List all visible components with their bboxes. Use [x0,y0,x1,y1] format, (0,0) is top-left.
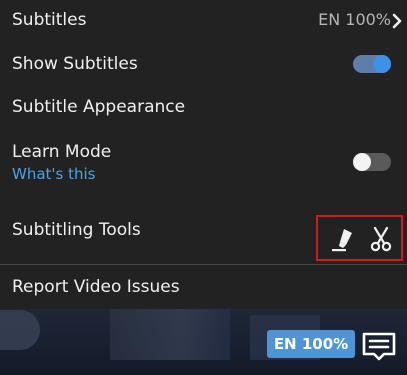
learn-mode-toggle[interactable] [353,153,391,171]
subtitles-language-value: EN 100% [318,10,391,29]
report-video-issues-label: Report Video Issues [12,277,180,297]
whats-this-link[interactable]: What's this [12,165,96,183]
subtitling-tools-row: Subtitling Tools [0,215,407,261]
video-player: Subtitles EN 100% Show Subtitles Subtitl… [0,0,407,375]
report-video-issues-row[interactable]: Report Video Issues [0,275,407,301]
subtitles-language-row[interactable]: Subtitles EN 100% [0,8,407,34]
video-content-shape [110,305,230,360]
video-content-shape [0,310,40,350]
subtitling-tools-highlight [316,215,403,261]
subtitles-settings-menu: Subtitles EN 100% Show Subtitles Subtitl… [0,0,407,309]
chevron-right-icon [392,13,402,29]
show-subtitles-toggle[interactable] [353,55,391,73]
subtitle-appearance-row[interactable]: Subtitle Appearance [0,95,407,121]
toggle-knob [373,55,391,73]
show-subtitles-label: Show Subtitles [12,54,138,74]
subtitling-tools-label: Subtitling Tools [12,220,141,240]
learn-mode-label: Learn Mode [12,142,112,162]
subtitle-language-badge: EN 100% [267,330,355,358]
subtitle-appearance-label: Subtitle Appearance [12,97,186,117]
show-subtitles-row[interactable]: Show Subtitles [0,52,407,78]
marker-icon[interactable] [330,225,356,253]
subtitles-icon[interactable] [360,330,398,362]
menu-divider [0,264,407,265]
scissors-icon[interactable] [368,225,394,253]
subtitles-label: Subtitles [12,10,87,30]
learn-mode-row: Learn Mode What's this [0,140,407,190]
toggle-knob [353,153,371,171]
